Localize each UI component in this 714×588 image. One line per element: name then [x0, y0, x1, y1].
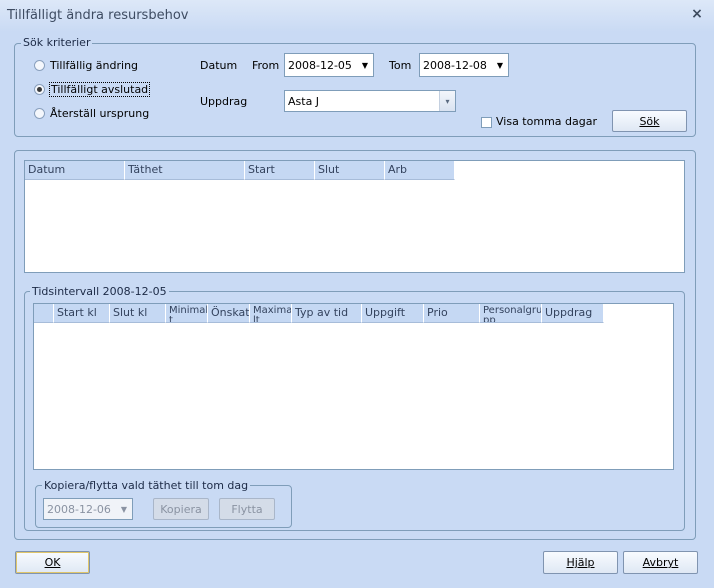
uppdrag-value: Asta J: [288, 94, 320, 108]
column-header-personalgrupp[interactable]: Personalgru pp: [480, 304, 542, 323]
search-button[interactable]: Sök: [612, 110, 687, 132]
column-header-tathet[interactable]: Täthet: [125, 161, 245, 180]
cancel-button[interactable]: Avbryt: [623, 551, 698, 574]
tom-date-value: 2008-12-08: [423, 58, 487, 72]
radio-circle-icon: [34, 59, 45, 71]
copy-move-group-label: Kopiera/flytta vald täthet till tom dag: [42, 479, 251, 492]
ok-button[interactable]: OK: [15, 551, 90, 574]
radio-restore-original-label: Återställ ursprung: [50, 106, 150, 120]
from-date-value: 2008-12-05: [288, 58, 352, 72]
column-header-uppgift[interactable]: Uppgift: [362, 304, 424, 323]
help-button-label: Hjälp: [566, 556, 595, 569]
tom-date-picker[interactable]: 2008-12-08 ▼: [419, 53, 509, 77]
copy-button[interactable]: Kopiera: [153, 498, 209, 520]
copy-date-picker[interactable]: 2008-12-06 ▼: [43, 498, 133, 520]
close-icon[interactable]: ×: [690, 6, 704, 22]
show-empty-days-label: Visa tomma dagar: [496, 115, 597, 128]
column-header-arb[interactable]: Arb: [385, 161, 455, 180]
datum-label: Datum: [200, 59, 238, 72]
copy-date-value: 2008-12-06: [47, 502, 111, 516]
radio-temporary-change[interactable]: Tillfällig ändring: [34, 57, 139, 73]
search-button-label: Sök: [639, 114, 660, 128]
uppdrag-label: Uppdrag: [200, 95, 248, 108]
window-title: Tillfälligt ändra resursbehov: [7, 8, 189, 23]
radio-selected-icon: [34, 83, 45, 95]
radio-restore-original[interactable]: Återställ ursprung: [34, 105, 150, 121]
column-header-minimal[interactable]: Minimal t: [166, 304, 208, 323]
cancel-button-label: Avbryt: [642, 556, 679, 569]
column-header-maximal[interactable]: Maxima lt: [250, 304, 292, 323]
from-date-picker[interactable]: 2008-12-05 ▼: [284, 53, 374, 77]
column-header-prio[interactable]: Prio: [424, 304, 480, 323]
from-label: From: [252, 59, 280, 72]
help-button[interactable]: Hjälp: [543, 551, 618, 574]
results-grid[interactable]: Datum Täthet Start Slut Arb: [24, 160, 685, 273]
column-header-onskat[interactable]: Önskat: [208, 304, 250, 323]
radio-temporarily-ended-label: Tillfälligt avslutad: [49, 81, 151, 97]
interval-grid[interactable]: Start kl Slut kl Minimal t Önskat Maxima…: [33, 303, 674, 470]
radio-temporary-change-label: Tillfällig ändring: [50, 58, 139, 72]
search-criteria-label: Sök kriterier: [21, 36, 93, 49]
column-header-slut[interactable]: Slut: [315, 161, 385, 180]
radio-circle-icon: [34, 107, 45, 119]
column-header-uppdrag[interactable]: Uppdrag: [542, 304, 604, 323]
dropdown-arrow-icon[interactable]: ▼: [116, 505, 132, 514]
dropdown-arrow-icon[interactable]: ▼: [357, 61, 373, 70]
move-button-label: Flytta: [231, 502, 263, 516]
radio-temporarily-ended[interactable]: Tillfälligt avslutad: [34, 81, 151, 97]
dropdown-arrow-icon[interactable]: ▾: [439, 91, 455, 111]
dropdown-arrow-icon[interactable]: ▼: [492, 61, 508, 70]
ok-button-label: OK: [44, 556, 61, 569]
interval-group-label: Tidsintervall 2008-12-05: [30, 285, 169, 298]
uppdrag-select[interactable]: Asta J ▾: [284, 90, 456, 112]
column-header-start-kl[interactable]: Start kl: [54, 304, 110, 323]
column-header-start[interactable]: Start: [245, 161, 315, 180]
move-button[interactable]: Flytta: [219, 498, 275, 520]
column-header-slut-kl[interactable]: Slut kl: [110, 304, 166, 323]
column-header-typ-av-tid[interactable]: Typ av tid: [292, 304, 362, 323]
show-empty-days-checkbox[interactable]: [481, 117, 492, 128]
column-header-datum[interactable]: Datum: [25, 161, 125, 180]
column-header-selector[interactable]: [34, 304, 54, 323]
copy-button-label: Kopiera: [160, 502, 202, 516]
tom-label: Tom: [389, 59, 412, 72]
